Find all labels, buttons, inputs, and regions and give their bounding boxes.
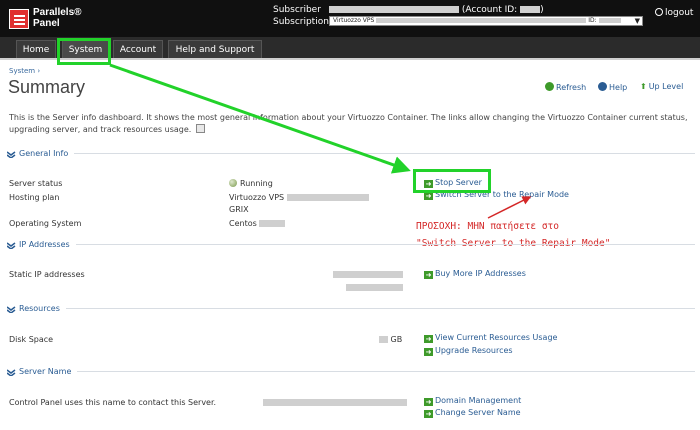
os-label: Operating System (9, 219, 82, 228)
refresh-button[interactable]: Refresh (545, 82, 586, 92)
redacted-ip-address-2 (346, 284, 403, 291)
view-resources-usage-label: View Current Resources Usage (435, 333, 558, 342)
redacted-subscriber-name (329, 6, 459, 13)
section-arrows-icon (7, 241, 16, 249)
section-title: General Info (19, 149, 69, 158)
os-text: Centos (229, 219, 257, 228)
hosting-plan-line2: GRIX (229, 205, 249, 214)
help-button[interactable]: Help (598, 82, 627, 92)
server-status-text: Running (240, 179, 273, 188)
control-panel-label: Control Panel uses this name to contact … (9, 398, 217, 407)
account-id-label: (Account ID: (461, 5, 518, 15)
static-ip-label: Static IP addresses (9, 270, 85, 279)
logout-icon (655, 8, 663, 16)
hosting-plan-value: Virtuozzo VPS (229, 193, 369, 202)
section-title: IP Addresses (19, 240, 70, 249)
disk-space-value: GB (379, 335, 402, 344)
section-arrows-icon (7, 150, 16, 158)
view-resources-usage-link[interactable]: ➜ View Current Resources Usage (424, 333, 557, 343)
section-server-name: Server Name (7, 367, 695, 376)
upgrade-resources-label: Upgrade Resources (435, 346, 513, 355)
info-icon[interactable] (195, 124, 205, 133)
system-tab-highlight (57, 38, 111, 65)
green-arrow-icon: ➜ (424, 410, 433, 418)
subscription-label: Subscription (273, 17, 329, 27)
section-arrows-icon (7, 305, 16, 313)
redacted-hosting-plan (286, 194, 369, 201)
dropdown-arrow-icon: ▼ (634, 17, 640, 25)
subscription-select-id-label: ID: (588, 17, 597, 24)
green-arrow-icon: ➜ (424, 348, 433, 356)
logout-link[interactable]: logout (655, 8, 693, 18)
redacted-account-id (520, 6, 541, 13)
redacted-server-hostname (263, 399, 407, 406)
section-divider (74, 153, 695, 154)
disk-unit: GB (390, 335, 403, 344)
redacted-disk-space (379, 336, 388, 343)
redacted-subscription (376, 18, 587, 23)
up-level-button[interactable]: ⬆ Up Level (640, 82, 683, 91)
logo-text: Parallels® Panel (33, 7, 82, 29)
up-arrow-icon: ⬆ (640, 82, 647, 91)
tab-home[interactable]: Home (16, 40, 56, 58)
help-label: Help (609, 83, 628, 92)
page-title: Summary (8, 77, 86, 97)
tab-account[interactable]: Account (113, 40, 163, 58)
change-server-name-label: Change Server Name (435, 408, 521, 417)
page-description: This is the Server info dashboard. It sh… (9, 112, 699, 136)
red-pointer-arrow (487, 196, 532, 219)
up-level-label: Up Level (648, 82, 684, 91)
description-text: This is the Server info dashboard. It sh… (9, 113, 688, 134)
tab-help-and-support[interactable]: Help and Support (168, 40, 262, 58)
section-ip-addresses: IP Addresses (7, 240, 695, 249)
redacted-subscription-id (598, 18, 621, 23)
subscriber-label: Subscriber (273, 5, 321, 15)
subscriber-labels: Subscriber Subscription (273, 4, 329, 28)
section-divider (65, 308, 695, 309)
disk-space-label: Disk Space (9, 335, 54, 344)
green-arrow-icon: ➜ (424, 335, 433, 343)
logout-label: logout (665, 8, 694, 18)
domain-management-link[interactable]: ➜ Domain Management (424, 396, 521, 406)
refresh-icon (545, 82, 554, 91)
green-arrow-icon: ➜ (424, 271, 433, 279)
help-icon (598, 82, 607, 91)
section-divider (77, 371, 695, 372)
section-arrows-icon (7, 368, 16, 376)
section-divider (75, 244, 695, 245)
section-title: Resources (19, 304, 60, 313)
subscriber-value: (Account ID: ) (329, 4, 544, 16)
top-header: Parallels® Panel Subscriber Subscription… (0, 0, 700, 37)
subscription-select[interactable]: Virtuozzo VPS ID: ▼ (329, 16, 643, 26)
hosting-plan-label: Hosting plan (9, 193, 60, 202)
section-general-info: General Info (7, 149, 695, 158)
change-server-name-link[interactable]: ➜ Change Server Name (424, 408, 521, 418)
server-status-label: Server status (9, 179, 63, 188)
server-status-value: Running (229, 179, 273, 188)
hosting-plan-line1: Virtuozzo VPS (229, 193, 285, 202)
account-id-close: ) (540, 5, 544, 15)
logo-line2: Panel (33, 18, 60, 29)
redacted-os-version (259, 220, 286, 227)
breadcrumb[interactable]: System › (9, 67, 40, 75)
buy-more-ip-link[interactable]: ➜ Buy More IP Addresses (424, 269, 526, 279)
green-arrow-icon: ➜ (424, 192, 433, 200)
refresh-label: Refresh (556, 83, 587, 92)
domain-management-label: Domain Management (435, 396, 522, 405)
os-value: Centos (229, 219, 286, 228)
upgrade-resources-link[interactable]: ➜ Upgrade Resources (424, 346, 513, 356)
running-status-icon (229, 179, 237, 187)
buy-more-ip-label: Buy More IP Addresses (435, 269, 526, 278)
redacted-ip-address-1 (333, 271, 403, 278)
subscription-select-prefix: Virtuozzo VPS (333, 17, 375, 24)
section-title: Server Name (19, 367, 72, 376)
section-resources: Resources (7, 304, 695, 313)
parallels-panel-logo[interactable]: Parallels® Panel (9, 7, 89, 31)
parallels-logo-icon (9, 9, 29, 29)
green-arrow-icon: ➜ (424, 398, 433, 406)
warning-line1: ΠΡΟΣΟΧΗ: ΜΗΝ πατήσετε στο (416, 221, 559, 232)
logo-line1: Parallels® (33, 7, 82, 18)
stop-server-highlight (413, 169, 491, 193)
